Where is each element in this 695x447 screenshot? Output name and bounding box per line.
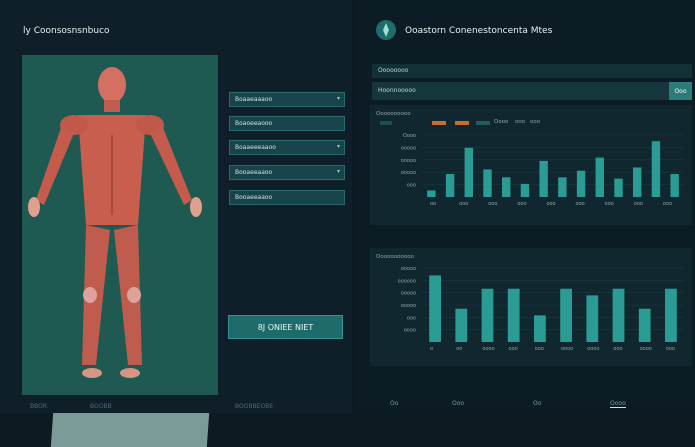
field-1-value: Boaaeaaaoo — [235, 96, 273, 103]
x-tick-label: oo — [430, 201, 436, 207]
chart-bar — [595, 157, 604, 197]
x-tick-label: oooo — [561, 346, 573, 352]
chart-bar — [665, 288, 677, 342]
chart-bar — [651, 141, 661, 197]
y-tick-label: Oooo — [403, 133, 416, 139]
chart-bar — [429, 275, 441, 342]
search-placeholder: Hoonnooooo — [378, 87, 416, 94]
y-tick-label: ooooo — [401, 145, 416, 151]
x-tick-label: ooo — [459, 201, 468, 207]
main-action-button[interactable]: 8J ONIEE NIET — [228, 315, 343, 339]
footer-tab-4[interactable]: Oooo — [610, 400, 626, 408]
field-3[interactable]: Boaaeeeaaoo ▾ — [229, 140, 345, 155]
chart-1: Oooooooooo Oooo ooo ooo Oooo ooooo ooooo oo… — [370, 105, 692, 225]
y-tick-label: ooo — [407, 315, 416, 321]
figure-floor — [50, 413, 210, 447]
search-button[interactable]: Ooo — [669, 82, 692, 100]
y-tick-label: ooooo — [401, 266, 416, 272]
chart-bar — [483, 169, 492, 197]
y-tick-label: ooooo — [401, 303, 416, 309]
x-tick-label: ooo — [509, 346, 518, 352]
y-tick-label: oooooo — [398, 278, 416, 284]
footer-label-1: BBOR — [30, 403, 48, 410]
chart-bar — [427, 190, 436, 197]
chevron-down-icon: ▾ — [336, 168, 340, 175]
chart-bar — [612, 288, 625, 342]
y-tick-label: ooooo — [401, 158, 416, 164]
x-tick-label: ooo — [488, 201, 497, 207]
chart-bar — [670, 174, 679, 197]
footer-label-3: BOOBBEOBE — [235, 403, 274, 410]
chart-bar — [507, 288, 520, 342]
x-tick-label: ooo — [546, 201, 555, 207]
left-title: ly Coonsosnsnbuco — [23, 26, 110, 36]
chart-bar — [539, 160, 548, 197]
chart-bar — [481, 288, 494, 342]
footer-tab-2[interactable]: Ooo — [452, 400, 464, 407]
y-tick-label: ooooo — [401, 291, 416, 297]
chart-bar — [445, 174, 455, 197]
y-tick-label: oooo — [404, 328, 416, 334]
chart-bar — [614, 178, 623, 197]
chart-bar — [638, 308, 651, 342]
chart-bar — [534, 315, 546, 342]
toolbar-label: Oooooooo — [378, 67, 409, 74]
right-title: Ooastorn Conenestoncenta Mtes — [405, 26, 553, 36]
field-5[interactable]: Booaeeaaoo — [229, 190, 345, 205]
x-tick-label: oooo — [587, 346, 599, 352]
x-tick-label: ooo — [666, 346, 675, 352]
field-2[interactable]: Boaoeeaooo — [229, 116, 345, 131]
x-tick-label: o — [430, 346, 433, 352]
x-tick-label: ooo — [576, 201, 585, 207]
app-logo-icon — [376, 20, 396, 40]
footer-tab-3[interactable]: Oo — [533, 400, 541, 407]
x-tick-label: ooo — [517, 201, 526, 207]
y-tick-label: ooo — [407, 183, 416, 189]
left-panel: ly Coonsosnsnbuco Boaaeaaaoo ▾ Boaoeeaoo… — [0, 0, 352, 447]
field-2-value: Boaoeeaooo — [235, 120, 273, 127]
x-tick-label: oooo — [640, 346, 652, 352]
footer-tab-1[interactable]: Oo — [390, 400, 398, 407]
y-tick-label: ooooo — [401, 170, 416, 176]
x-tick-label: ooo — [613, 346, 622, 352]
footer-label-2: BOOBB — [90, 403, 112, 410]
x-tick-label: ooo — [605, 201, 614, 207]
x-tick-label: ooo — [535, 346, 544, 352]
chart-2: Ooooooooooo ooooo oooooo ooooo ooooo ooo oooo… — [370, 248, 692, 366]
chevron-down-icon: ▾ — [336, 95, 340, 102]
field-1[interactable]: Boaaeaaaoo ▾ — [229, 92, 345, 107]
field-3-value: Boaaeeeaaoo — [235, 144, 276, 151]
chevron-down-icon: ▾ — [336, 143, 340, 150]
chart-bar — [586, 295, 599, 342]
toolbar: Oooooooo — [372, 64, 692, 78]
muscle-figure-svg — [28, 67, 202, 378]
field-4-value: Booaeeaaoo — [235, 169, 273, 176]
chart-bar — [576, 170, 586, 197]
chart-bar — [464, 147, 473, 197]
anatomy-figure — [22, 55, 218, 447]
field-4[interactable]: Booaeeaaoo ▾ — [229, 165, 345, 180]
x-tick-label: ooo — [663, 201, 672, 207]
chart-bar — [520, 183, 530, 197]
x-tick-label: ooo — [634, 201, 643, 207]
x-tick-label: oo — [456, 346, 462, 352]
search-input[interactable]: Hoonnooooo — [372, 82, 669, 100]
chart-2-svg: ooooooooooooooooooooooooooooo oo oooo ooo oo… — [398, 266, 684, 352]
field-5-value: Booaeeaaoo — [235, 194, 273, 201]
chart-bar — [560, 288, 572, 342]
chart-bar — [455, 308, 468, 342]
chart-bar — [558, 177, 567, 197]
chart-1-svg: Oooooooooooooooooooooooo ooo ooo ooo ooo ooo o… — [401, 133, 684, 207]
x-tick-label: oooo — [482, 346, 494, 352]
chart-bar — [502, 177, 511, 197]
chart-bar — [633, 167, 642, 197]
